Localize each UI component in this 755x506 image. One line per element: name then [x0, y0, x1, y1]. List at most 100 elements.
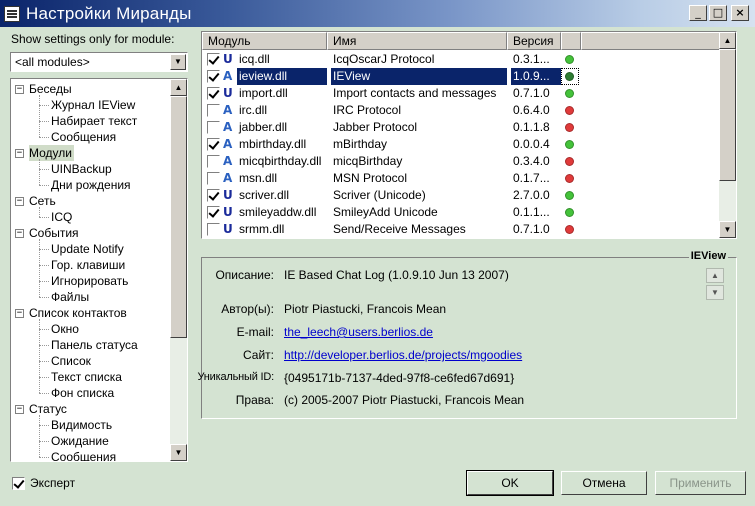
tree-item[interactable]: Видимость: [51, 417, 114, 433]
expert-checkbox[interactable]: [12, 476, 25, 490]
column-header-status[interactable]: [561, 32, 581, 50]
tree-expand-icon[interactable]: −: [15, 309, 24, 318]
tree-category[interactable]: Список контактов: [29, 305, 129, 321]
chevron-down-icon[interactable]: ▼: [706, 285, 724, 300]
tree-item[interactable]: Окно: [51, 321, 81, 337]
tree-item[interactable]: UINBackup: [51, 161, 114, 177]
tree-expand-icon[interactable]: −: [15, 405, 24, 414]
ansi-module-icon: A: [223, 171, 233, 185]
module-enable-checkbox[interactable]: [207, 172, 220, 185]
close-button[interactable]: ×: [731, 5, 749, 21]
modules-list[interactable]: Модуль Имя Версия Uicq.dll IcqOscarJ Prot…: [201, 31, 737, 239]
module-file: mbirthday.dll: [239, 137, 307, 151]
module-row[interactable]: Amicqbirthday.dll micqBirthday 0.3.4.0: [202, 153, 720, 170]
tree-item[interactable]: Гор. клавиши: [51, 257, 127, 273]
column-header-name[interactable]: Имя: [327, 32, 507, 50]
module-enable-checkbox[interactable]: [207, 53, 220, 66]
tree-item[interactable]: Ожидание: [51, 433, 111, 449]
module-name: Scriver (Unicode): [333, 188, 426, 202]
ok-button[interactable]: OK: [466, 470, 554, 496]
settings-tree[interactable]: − Беседы Журнал IEView Набирает текст Сообще…: [10, 78, 188, 462]
tree-category[interactable]: Беседы: [29, 81, 74, 97]
chevron-up-icon[interactable]: ▲: [706, 268, 724, 283]
modules-scroll-thumb[interactable]: [719, 49, 736, 181]
tree-expand-icon[interactable]: −: [15, 149, 24, 158]
cancel-button[interactable]: Отмена: [561, 471, 647, 495]
module-enable-checkbox[interactable]: [207, 121, 220, 134]
module-enable-checkbox[interactable]: [207, 155, 220, 168]
column-header-module[interactable]: Модуль: [202, 32, 327, 50]
tree-item[interactable]: Фон списка: [51, 385, 116, 401]
ansi-module-icon: A: [223, 120, 233, 134]
tree-category[interactable]: Модули: [29, 145, 74, 161]
site-link[interactable]: http://developer.berlios.de/projects/mgo…: [284, 348, 522, 362]
module-enable-checkbox[interactable]: [207, 189, 220, 202]
app-icon[interactable]: [4, 5, 20, 22]
tree-item[interactable]: Дни рождения: [51, 177, 133, 193]
module-filter-label: Show settings only for module:: [11, 32, 175, 46]
module-row[interactable]: Uscriver.dll Scriver (Unicode) 2.7.0.0: [202, 187, 720, 204]
tree-item[interactable]: Текст списка: [51, 369, 124, 385]
tree-expand-icon[interactable]: −: [15, 197, 24, 206]
tree-connector: [39, 207, 40, 217]
tree-item[interactable]: Панель статуса: [51, 337, 140, 353]
unicode-module-icon: U: [223, 52, 233, 66]
email-link[interactable]: the_leech@users.berlios.de: [284, 325, 433, 339]
tree-connector: [39, 169, 49, 170]
module-row[interactable]: Uimport.dll Import contacts and messages 0…: [202, 85, 720, 102]
module-row[interactable]: Ajabber.dll Jabber Protocol 0.1.1.8: [202, 119, 720, 136]
expert-toggle[interactable]: Эксперт: [12, 476, 75, 490]
tree-item[interactable]: Набирает текст: [51, 113, 139, 129]
status-dot-icon: [565, 157, 574, 166]
tree-item[interactable]: Список: [51, 353, 93, 369]
module-row[interactable]: Usrmm.dll Send/Receive Messages 0.7.1.0: [202, 221, 720, 238]
module-enable-checkbox[interactable]: [207, 206, 220, 219]
tree-item[interactable]: Сообщения: [51, 129, 118, 145]
module-enable-checkbox[interactable]: [207, 223, 220, 236]
tree-category[interactable]: События: [29, 225, 81, 241]
chevron-down-icon[interactable]: ▼: [170, 54, 186, 70]
tree-item[interactable]: Игнорировать: [51, 273, 130, 289]
module-enable-checkbox[interactable]: [207, 138, 220, 151]
tree-category[interactable]: Сеть: [29, 193, 58, 209]
module-row[interactable]: Aieview.dll IEView 1.0.9...: [202, 68, 720, 85]
module-file: icq.dll: [239, 52, 270, 66]
module-row[interactable]: Amsn.dll MSN Protocol 0.1.7...: [202, 170, 720, 187]
column-header-version[interactable]: Версия: [507, 32, 561, 50]
scroll-up-icon[interactable]: ▲: [170, 79, 187, 96]
tree-connector: [39, 415, 40, 457]
ansi-module-icon: A: [223, 69, 233, 83]
module-name: IRC Protocol: [333, 103, 402, 117]
minimize-button[interactable]: _: [689, 5, 707, 21]
modules-scrollbar[interactable]: ▲ ▼: [719, 32, 736, 238]
tree-expand-icon[interactable]: −: [15, 85, 24, 94]
module-name: Jabber Protocol: [333, 120, 418, 134]
tree-item[interactable]: Журнал IEView: [51, 97, 137, 113]
scroll-down-icon[interactable]: ▼: [719, 221, 736, 238]
maximize-button[interactable]: □: [709, 5, 727, 21]
tree-category[interactable]: Статус: [29, 401, 69, 417]
module-version: 0.1.7...: [513, 171, 550, 185]
scroll-up-icon[interactable]: ▲: [719, 32, 736, 49]
module-row[interactable]: Usmileyaddw.dll SmileyAdd Unicode 0.1.1...: [202, 204, 720, 221]
module-enable-checkbox[interactable]: [207, 104, 220, 117]
module-name: IcqOscarJ Protocol: [333, 52, 435, 66]
module-enable-checkbox[interactable]: [207, 70, 220, 83]
scroll-down-icon[interactable]: ▼: [170, 444, 187, 461]
tree-item[interactable]: ICQ: [51, 209, 74, 225]
module-filter-select[interactable]: <all modules> ▼: [10, 52, 188, 72]
tree-item[interactable]: Файлы: [51, 289, 91, 305]
module-row[interactable]: Ambirthday.dll mBirthday 0.0.0.4: [202, 136, 720, 153]
tree-item[interactable]: Сообщения: [51, 449, 118, 461]
tree-expand-icon[interactable]: −: [15, 229, 24, 238]
tree-connector: [39, 297, 49, 298]
apply-button[interactable]: Применить: [655, 471, 746, 495]
module-row[interactable]: Uicq.dll IcqOscarJ Protocol 0.3.1...: [202, 51, 720, 68]
module-enable-checkbox[interactable]: [207, 87, 220, 100]
tree-connector: [39, 319, 40, 393]
tree-connector: [39, 345, 49, 346]
unicode-module-icon: U: [223, 222, 233, 236]
tree-item[interactable]: Update Notify: [51, 241, 126, 257]
module-row[interactable]: Airc.dll IRC Protocol 0.6.4.0: [202, 102, 720, 119]
tree-connector: [39, 441, 49, 442]
